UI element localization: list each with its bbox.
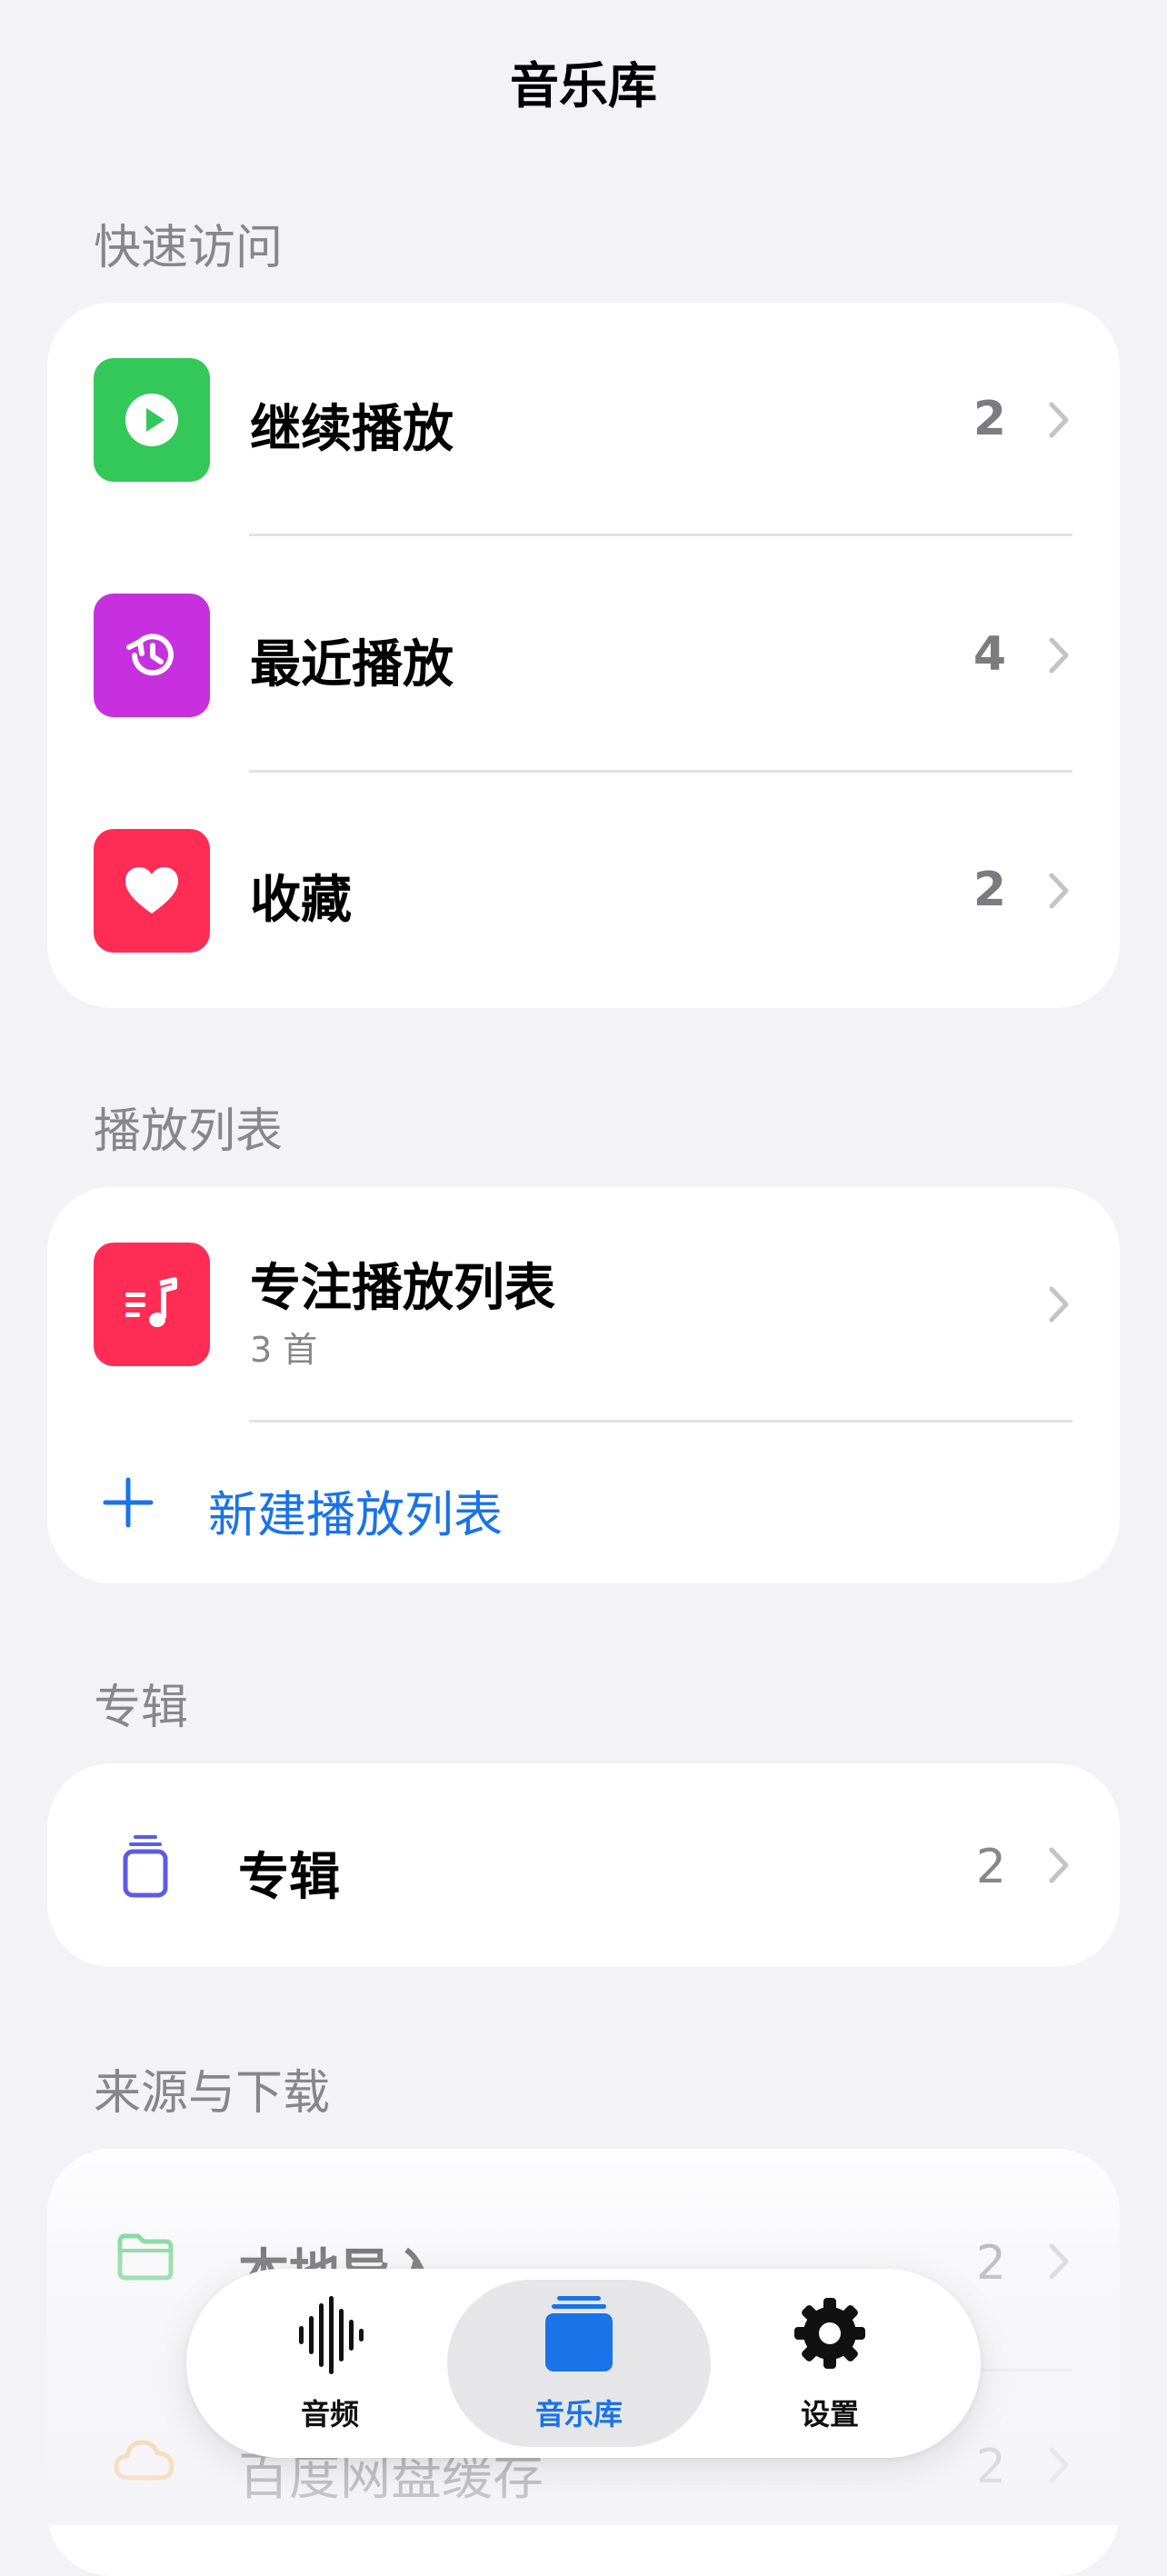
section-header-albums: 专辑 — [94, 1681, 189, 1735]
playlists-card: 专注播放列表 3 首 新建播放列表 — [47, 1187, 1120, 1583]
heart-icon — [94, 829, 210, 953]
chevron-right-icon — [1049, 402, 1069, 438]
music-list-icon — [94, 1243, 210, 1366]
library-icon — [447, 2296, 711, 2374]
row-continue-playing[interactable]: 继续播放 2 — [47, 303, 1120, 537]
playlist-subtitle: 3 首 — [250, 1330, 318, 1370]
tab-settings[interactable]: 设置 — [698, 2269, 962, 2458]
chevron-right-icon — [1049, 2447, 1069, 2483]
tab-library[interactable]: 音乐库 — [447, 2269, 711, 2458]
row-count: 2 — [975, 1840, 1006, 1894]
separator — [249, 770, 1072, 773]
chevron-right-icon — [1049, 637, 1069, 674]
new-playlist-label: 新建播放列表 — [208, 1486, 503, 1543]
tab-label: 音乐库 — [534, 2397, 623, 2431]
playlist-row-focus[interactable]: 专注播放列表 3 首 — [47, 1187, 1120, 1422]
row-label: 专辑 — [238, 1848, 340, 1907]
separator — [249, 1420, 1072, 1423]
chevron-right-icon — [1049, 1286, 1069, 1323]
play-circle-icon — [94, 358, 210, 482]
row-count: 2 — [972, 863, 1006, 917]
tab-label: 音频 — [300, 2397, 359, 2431]
waveform-icon — [198, 2296, 462, 2374]
section-header-playlists: 播放列表 — [94, 1104, 284, 1159]
row-label: 收藏 — [250, 871, 352, 930]
tab-audio[interactable]: 音频 — [198, 2269, 462, 2458]
separator — [249, 534, 1072, 536]
playlist-title: 专注播放列表 — [250, 1259, 555, 1318]
chevron-right-icon — [1049, 1847, 1069, 1883]
row-recently-played[interactable]: 最近播放 4 — [47, 537, 1120, 774]
chevron-right-icon — [1049, 2243, 1069, 2280]
row-albums[interactable]: 专辑 2 — [47, 1763, 1120, 1967]
row-favorites[interactable]: 收藏 2 — [47, 774, 1120, 1008]
row-count: 4 — [972, 627, 1006, 682]
row-label: 最近播放 — [250, 635, 454, 694]
section-header-quick-access: 快速访问 — [94, 221, 284, 275]
section-header-sources: 来源与下载 — [94, 2066, 331, 2121]
folder-icon — [117, 2233, 174, 2281]
row-count: 2 — [975, 2440, 1006, 2494]
new-playlist-button[interactable]: 新建播放列表 — [47, 1423, 1120, 1583]
chevron-right-icon — [1049, 873, 1069, 909]
tab-bar: 音频 音乐库 设置 — [186, 2269, 981, 2458]
album-stack-icon — [123, 1835, 168, 1898]
gear-icon — [698, 2296, 962, 2371]
row-count: 2 — [975, 2236, 1006, 2291]
row-count: 2 — [972, 392, 1006, 446]
albums-card: 专辑 2 — [47, 1763, 1120, 1967]
nav-title: 音乐库 — [510, 57, 657, 115]
tab-label: 设置 — [800, 2397, 859, 2431]
quick-access-card: 继续播放 2 最近播放 4 收藏 2 — [47, 303, 1120, 1008]
row-label: 继续播放 — [250, 400, 454, 459]
history-icon — [94, 594, 210, 717]
cloud-icon — [114, 2440, 175, 2481]
plus-icon — [103, 1477, 154, 1528]
